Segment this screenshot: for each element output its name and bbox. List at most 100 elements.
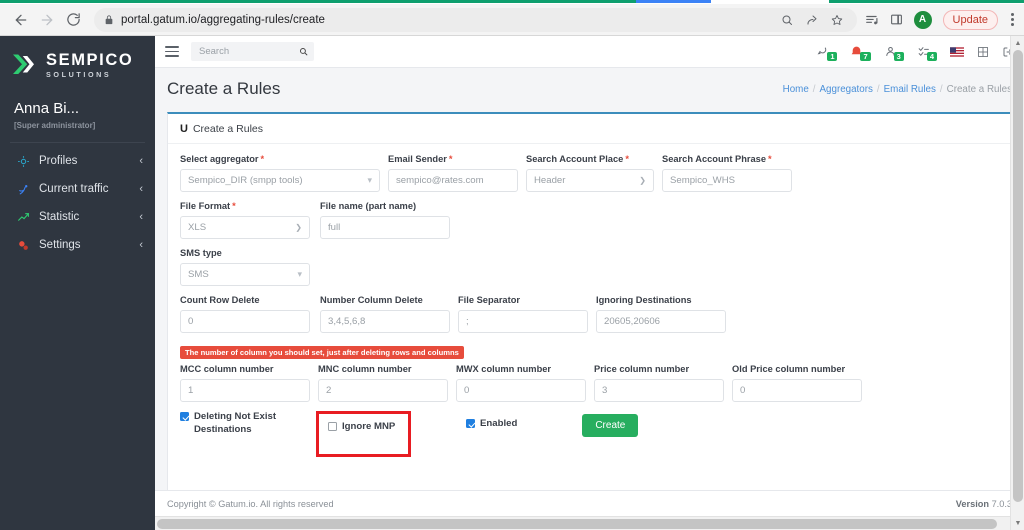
field-label: SMS type [180,248,222,258]
checkbox-label: Deleting Not Exist Destinations [194,411,277,435]
select-aggregator-input[interactable]: Sempico_DIR (smpp tools) ▾ [180,169,380,192]
form-row-2: File Format * XLS ❯ File name (part name)… [180,201,999,239]
search-icon[interactable] [781,14,793,26]
tasks-icon[interactable]: 4 [917,45,937,61]
search-input[interactable]: Search [191,42,314,61]
field-value: full [328,222,341,233]
field-label: Search Account Phrase * [662,154,772,164]
search-account-place-input[interactable]: Header ❯ [526,169,654,192]
grid-icon[interactable] [977,46,989,58]
sidebar-item-current-traffic[interactable]: Current traffic ‹ [0,175,155,203]
sidebar: SEMPICO SOLUTIONS Anna Bi... [Super admi… [0,36,155,530]
search-icon[interactable] [299,47,308,56]
update-button[interactable]: Update [942,9,998,30]
ignore-mnp-highlight: Ignore MNP [316,411,411,457]
field-label: Count Row Delete [180,295,260,305]
sidebar-divider [10,142,145,143]
field-number-column-delete: Number Column Delete 3,4,5,6,8 [320,295,458,333]
checkbox-input[interactable] [466,419,475,428]
back-arrow-icon[interactable] [8,7,34,33]
kebab-menu-icon[interactable] [1009,13,1016,26]
breadcrumb-item-email-rules[interactable]: Email Rules [884,84,936,95]
ignoring-destinations-input[interactable]: 20605,20606 [596,310,726,333]
breadcrumb-item-home[interactable]: Home [783,84,809,95]
mcc-column-number-input[interactable]: 1 [180,379,310,402]
checkbox-ignore-mnp[interactable]: Ignore MNP [328,421,396,434]
user-name: Anna Bi... [14,100,80,117]
mnc-column-number-input[interactable]: 2 [318,379,448,402]
vertical-scrollbar[interactable]: ▲ ▼ [1010,36,1024,530]
file-separator-input[interactable]: ; [458,310,588,333]
field-label: MWX column number [456,364,552,374]
search-account-phrase-input[interactable]: Sempico_WHS [662,169,792,192]
field-value: 0 [188,316,194,327]
checkbox-enabled[interactable]: Enabled [466,418,517,431]
app-navbar: Search 1 7 3 4 [155,36,1024,68]
sidebar-item-statistic[interactable]: Statistic ‹ [0,203,155,231]
users-icon[interactable]: 3 [884,45,904,61]
checkbox-input[interactable] [180,412,189,421]
create-button[interactable]: Create [582,414,639,437]
breadcrumb-item-current: Create a Rules [946,83,1012,95]
url-text: portal.gatum.io/aggregating-rules/create [121,13,325,26]
old-price-column-number-input[interactable]: 0 [732,379,862,402]
checkbox-deleting-not-exist-destinations[interactable]: Deleting Not Exist Destinations [180,411,310,436]
field-search-account-place: Search Account Place * Header ❯ [526,154,662,192]
sidebar-item-profiles[interactable]: Profiles ‹ [0,147,155,175]
breadcrumb-item-aggregators[interactable]: Aggregators [820,84,873,95]
version-label: Version [955,498,989,509]
field-value: 3,4,5,6,8 [328,316,366,327]
field-value: ; [466,316,469,327]
checkbox-input[interactable] [328,422,337,431]
field-label: MCC column number [180,364,274,374]
magnet-icon: U [180,123,188,135]
chevron-down-icon: ▾ [367,175,372,185]
reload-icon[interactable] [60,7,86,33]
tab-gap [711,0,829,3]
scroll-up-arrow-icon[interactable]: ▲ [1011,36,1024,50]
alerts-icon[interactable]: 7 [850,45,871,61]
browser-toolbar: portal.gatum.io/aggregating-rules/create [0,4,1024,35]
messages-icon[interactable]: 1 [817,45,838,61]
horizontal-scrollbar[interactable] [155,516,1010,530]
vertical-scroll-thumb[interactable] [1013,50,1023,502]
chevron-down-icon: ❯ [639,176,646,185]
side-panel-icon[interactable] [890,13,903,26]
field-value: 20605,20606 [604,316,661,327]
star-icon[interactable] [831,14,843,26]
share-icon[interactable] [806,14,818,26]
hamburger-icon[interactable] [165,46,179,57]
avatar[interactable]: A [913,10,932,29]
form-row-1: Select aggregator * Sempico_DIR (smpp too… [180,154,999,192]
mwx-column-number-input[interactable]: 0 [456,379,586,402]
address-bar[interactable]: portal.gatum.io/aggregating-rules/create [94,7,857,32]
sms-type-input[interactable]: SMS ▾ [180,263,310,286]
field-label: File Separator [458,295,521,305]
footer-copyright: Copyright © Gatum.io. All rights reserve… [167,498,334,509]
lock-icon [104,14,114,25]
brand-name: SEMPICO [46,51,134,70]
brand-logo[interactable]: SEMPICO SOLUTIONS [0,36,155,90]
breadcrumb-separator: / [939,83,943,95]
sidebar-item-settings[interactable]: Settings ‹ [0,231,155,259]
price-column-number-input[interactable]: 3 [594,379,724,402]
email-sender-input[interactable]: sempico@rates.com [388,169,518,192]
form-row-4: Count Row Delete 0 Number Column Delete … [180,295,999,333]
field-ignoring-destinations: Ignoring Destinations 20605,20606 [596,295,734,333]
field-file-separator: File Separator ; [458,295,596,333]
scroll-down-arrow-icon[interactable]: ▼ [1011,516,1024,530]
number-column-delete-input[interactable]: 3,4,5,6,8 [320,310,450,333]
field-select-aggregator: Select aggregator * Sempico_DIR (smpp too… [180,154,388,192]
chevron-down-icon: ❯ [295,223,302,232]
count-row-delete-input[interactable]: 0 [180,310,310,333]
file-name-input[interactable]: full [320,216,450,239]
field-value: 0 [464,385,470,396]
forward-arrow-icon[interactable] [34,7,60,33]
reading-list-icon[interactable] [865,13,879,27]
chevron-down-icon: ▾ [297,269,302,279]
field-value: sempico@rates.com [396,175,484,186]
file-format-input[interactable]: XLS ❯ [180,216,310,239]
us-flag-icon[interactable] [950,46,964,57]
create-rules-card: U Create a Rules Select aggregator * Semp… [167,112,1012,492]
horizontal-scroll-thumb[interactable] [157,519,997,529]
